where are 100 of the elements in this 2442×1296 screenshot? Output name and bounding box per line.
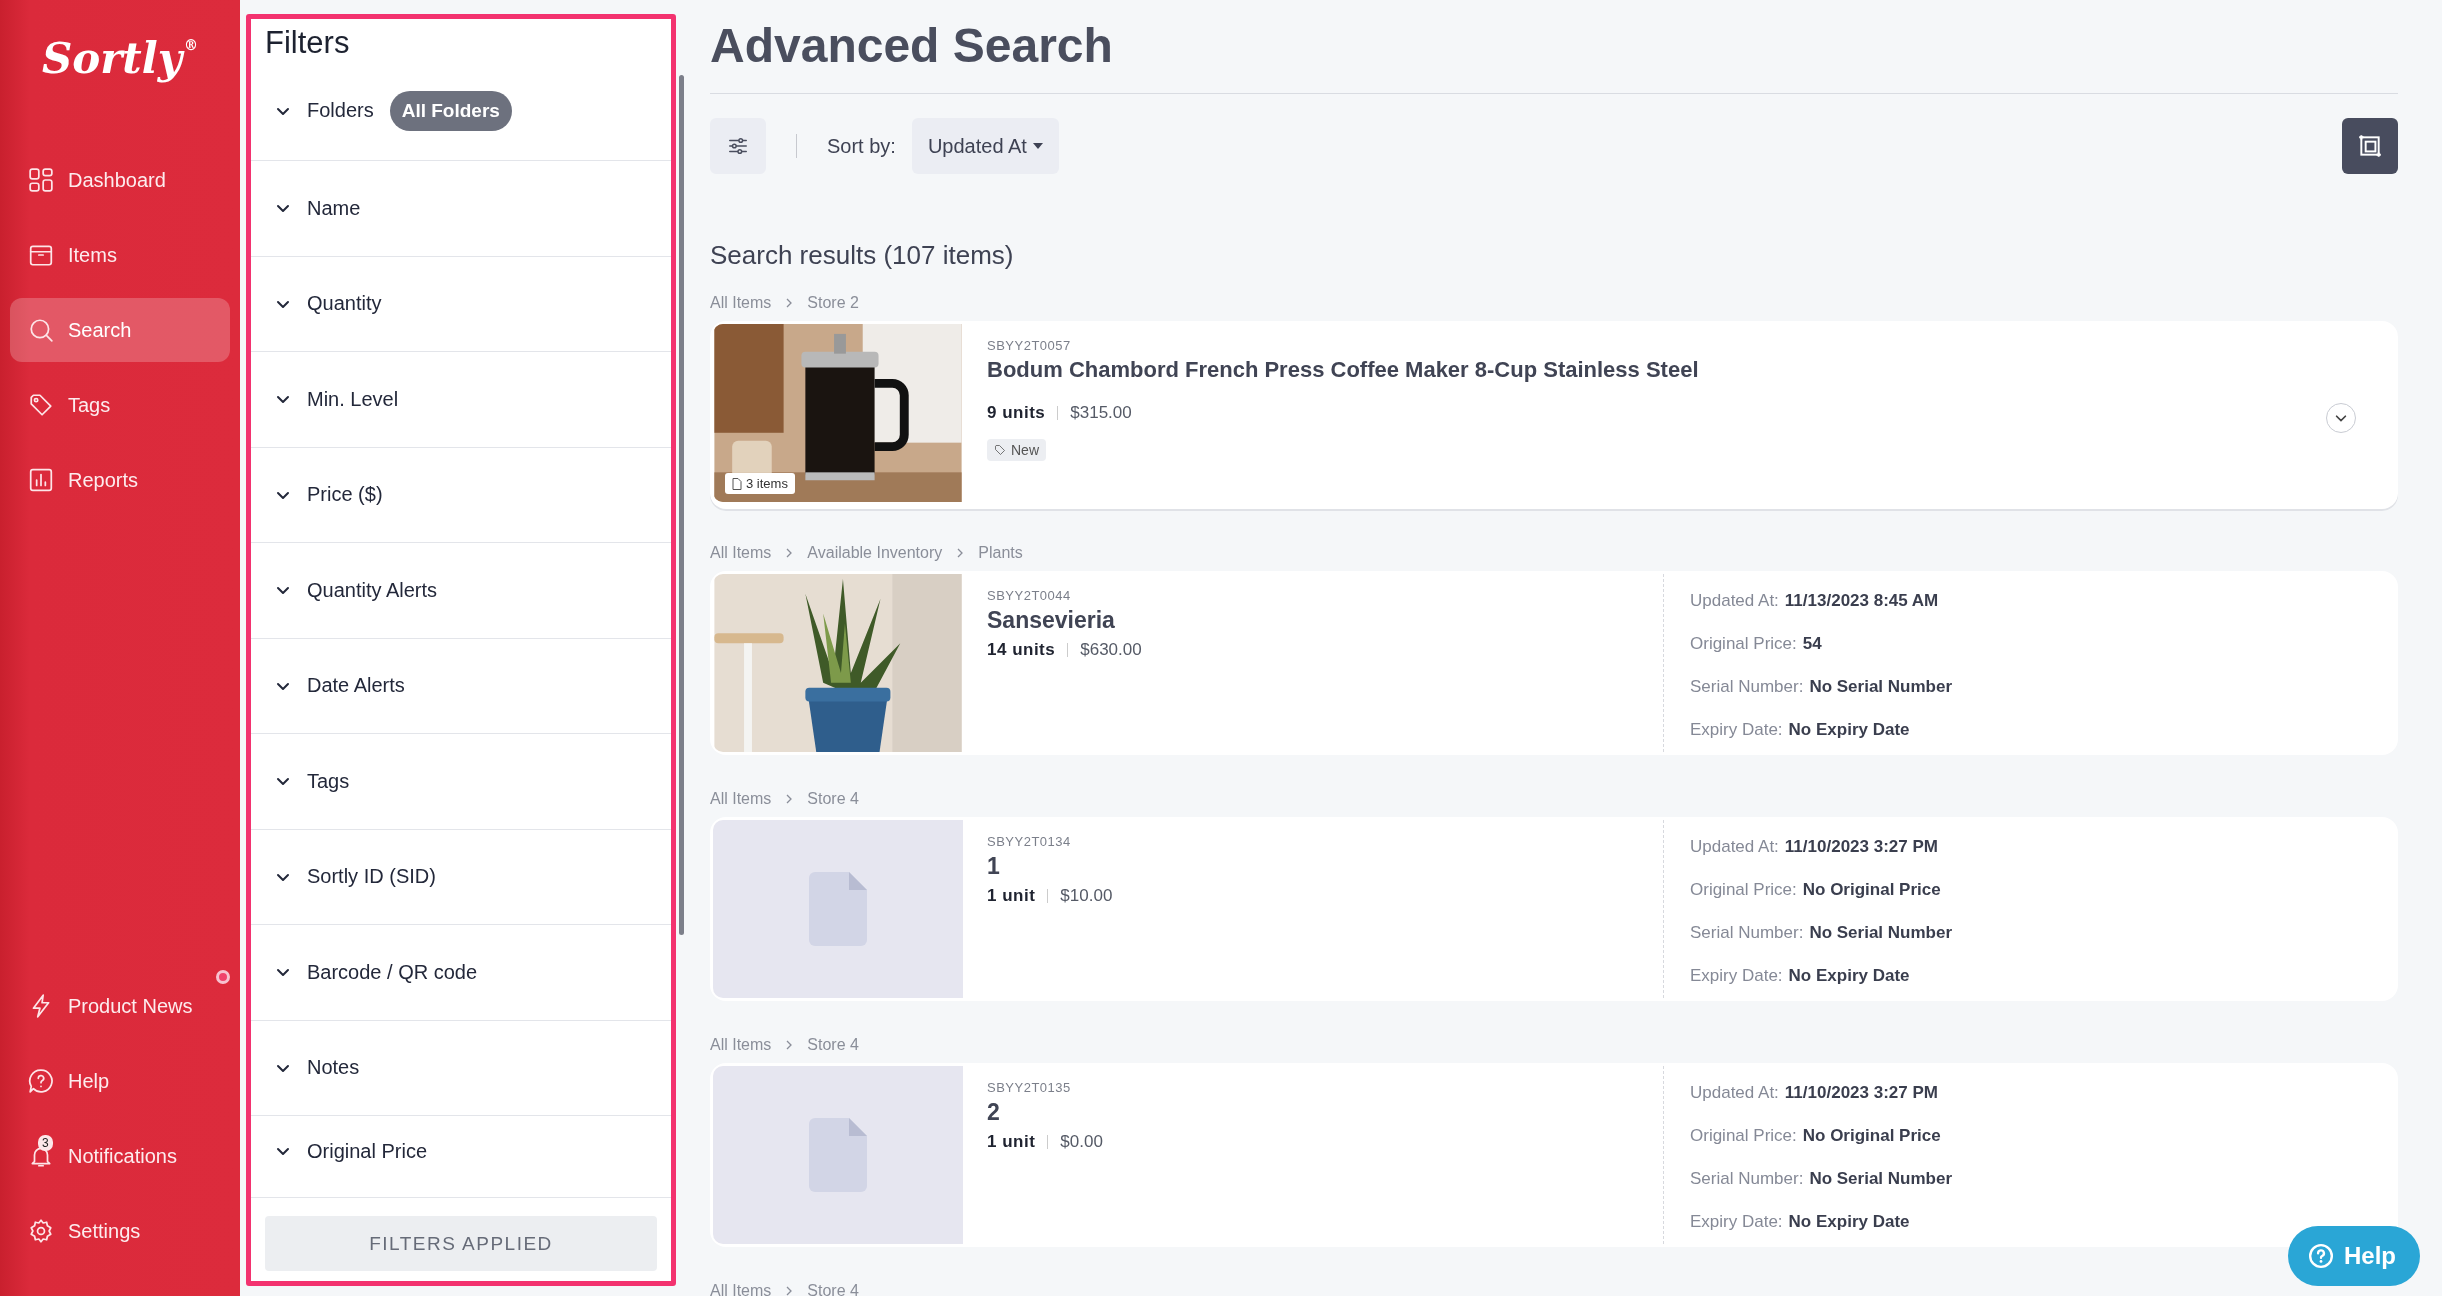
filter-row[interactable]: Quantity xyxy=(251,256,671,352)
detail-value: No Expiry Date xyxy=(1788,965,1910,986)
tag-icon xyxy=(994,444,1006,456)
item-quantity: 9 units xyxy=(987,403,1046,423)
detail-value: 11/10/2023 3:27 PM xyxy=(1784,836,1938,857)
filters-applied-button[interactable]: FILTERS APPLIED xyxy=(265,1216,657,1271)
detail-value: No Serial Number xyxy=(1809,676,1953,697)
detail-label: Original Price: xyxy=(1690,879,1797,900)
nav-item[interactable]: 3 Notifications xyxy=(10,1124,230,1188)
item-price: $630.00 xyxy=(1080,640,1142,660)
item-price: $315.00 xyxy=(1070,403,1132,423)
sort-label: Sort by: xyxy=(827,134,896,158)
filter-row[interactable]: Quantity Alerts xyxy=(251,543,671,639)
box-icon xyxy=(28,242,54,268)
filter-row[interactable]: Notes xyxy=(251,1020,671,1116)
search-icon xyxy=(28,317,54,343)
filter-label: Min. Level xyxy=(307,387,399,411)
breadcrumb-link[interactable]: All Items xyxy=(710,1282,772,1296)
breadcrumb-link[interactable]: All Items xyxy=(710,294,772,312)
detail-label: Expiry Date: xyxy=(1690,719,1783,740)
detail-value: 11/10/2023 3:27 PM xyxy=(1784,1082,1938,1103)
filter-label: Quantity xyxy=(307,292,382,316)
filter-label: Price ($) xyxy=(307,483,383,507)
detail-label: Original Price: xyxy=(1690,1125,1797,1146)
chevron-right-icon xyxy=(785,1286,794,1296)
result-card[interactable]: SBYY2T0135 2 1 unit $0.00 Updated At: 11/10/2023 3:27 PM Original Price: No Original Price Serial Number: No Serial Number Expiry Date: No Expiry Date xyxy=(710,1063,2398,1247)
sort-dropdown[interactable]: Updated At xyxy=(911,118,1059,174)
detail-label: Serial Number: xyxy=(1690,676,1804,697)
detail-value: No Expiry Date xyxy=(1788,1211,1910,1232)
frame-icon xyxy=(2357,133,2383,159)
item-price: $0.00 xyxy=(1060,1132,1103,1152)
filter-toggle-button[interactable] xyxy=(710,118,766,174)
filter-label: Quantity Alerts xyxy=(307,578,438,602)
filter-label: Folders xyxy=(307,99,374,122)
nav-item[interactable]: Tags xyxy=(10,373,230,437)
result-card[interactable]: 3 items SBYY2T0057 Bodum Chambord French Press Coffee Maker 8-Cup Stainless Steel 9 units $315.00 New xyxy=(710,321,2398,509)
nav-item[interactable]: Help xyxy=(10,1049,230,1113)
dashboard-icon xyxy=(28,167,54,193)
help-icon xyxy=(28,1068,54,1094)
tag-chip: New xyxy=(987,439,1046,461)
filter-row[interactable]: Date Alerts xyxy=(251,638,671,734)
nav-item[interactable]: Search xyxy=(10,298,230,362)
filter-row[interactable]: Tags xyxy=(251,734,671,830)
item-name: 1 xyxy=(987,853,1001,880)
expand-button[interactable] xyxy=(2326,403,2356,433)
chevron-right-icon xyxy=(785,1040,794,1050)
item-sid: SBYY2T0135 xyxy=(987,1080,1072,1095)
filter-label: Original Price xyxy=(307,1139,428,1163)
photo-count: 3 items xyxy=(746,476,788,491)
nav-item[interactable]: Items xyxy=(10,223,230,287)
file-icon xyxy=(809,1118,867,1192)
filter-row[interactable]: Sortly ID (SID) xyxy=(251,829,671,925)
file-icon xyxy=(732,477,742,490)
detail-value: No Original Price xyxy=(1802,879,1941,900)
sliders-icon xyxy=(727,135,749,157)
view-toggle-button[interactable] xyxy=(2342,118,2398,174)
nav-item[interactable]: Dashboard xyxy=(10,148,230,212)
nav-item[interactable]: Product News xyxy=(10,974,230,1038)
breadcrumb-link[interactable]: All Items xyxy=(710,1036,772,1054)
detail-value: No Serial Number xyxy=(1809,1168,1953,1189)
filter-label: Name xyxy=(307,196,361,220)
filter-row[interactable]: Name xyxy=(251,161,671,257)
help-button[interactable]: Help xyxy=(2288,1226,2420,1286)
scrollbar[interactable] xyxy=(679,75,684,935)
filter-row[interactable]: Price ($) xyxy=(251,447,671,543)
file-icon xyxy=(809,872,867,946)
item-name: Bodum Chambord French Press Coffee Maker 8-Cup Stainless Steel xyxy=(987,357,1700,383)
item-price: $10.00 xyxy=(1060,886,1113,906)
bar-chart-icon xyxy=(28,467,54,493)
nav-item[interactable]: Reports xyxy=(10,448,230,512)
detail-label: Expiry Date: xyxy=(1690,1211,1783,1232)
item-quantity: 1 unit xyxy=(987,886,1036,906)
breadcrumb-link[interactable]: All Items xyxy=(710,544,772,562)
breadcrumb-link[interactable]: Store 4 xyxy=(807,790,859,808)
breadcrumb-link[interactable]: Store 4 xyxy=(807,1036,859,1054)
filter-row[interactable]: Min. Level xyxy=(251,352,671,448)
detail-value: 11/13/2023 8:45 AM xyxy=(1784,590,1939,611)
filter-label: Tags xyxy=(307,769,350,793)
filter-row[interactable]: Folders All Folders xyxy=(251,61,671,161)
results-heading: Search results (107 items) xyxy=(710,240,1015,271)
chevron-right-icon xyxy=(785,794,794,804)
nav-item[interactable]: Settings xyxy=(10,1199,230,1263)
breadcrumb-link[interactable]: Store 4 xyxy=(807,1282,859,1296)
filter-value-chip[interactable]: All Folders xyxy=(389,90,512,131)
filter-label: Barcode / QR code xyxy=(307,960,478,984)
detail-value: No Serial Number xyxy=(1809,922,1953,943)
detail-label: Updated At: xyxy=(1690,590,1779,611)
filters-title: Filters xyxy=(265,25,351,61)
chevron-right-icon xyxy=(785,298,794,308)
filter-row[interactable]: Barcode / QR code xyxy=(251,925,671,1021)
breadcrumb-link[interactable]: Store 2 xyxy=(807,294,859,312)
result-card[interactable]: SBYY2T0134 1 1 unit $10.00 Updated At: 11/10/2023 3:27 PM Original Price: No Original Price Serial Number: No Serial Number Expiry Date: No Expiry Date xyxy=(710,817,2398,1001)
breadcrumb-link[interactable]: Available Inventory xyxy=(807,544,943,562)
item-sid: SBYY2T0044 xyxy=(987,588,1072,603)
breadcrumb-link[interactable]: All Items xyxy=(710,790,772,808)
detail-label: Updated At: xyxy=(1690,1082,1779,1103)
filter-row[interactable]: Original Price xyxy=(251,1116,671,1168)
breadcrumb-link[interactable]: Plants xyxy=(978,544,1023,562)
item-name: Sansevieria xyxy=(987,607,1116,634)
result-card[interactable]: SBYY2T0044 Sansevieria 14 units $630.00 Updated At: 11/13/2023 8:45 AM Original Price: 54 Serial Number: No Serial Number Expiry Date: No Expiry Date xyxy=(710,571,2398,755)
